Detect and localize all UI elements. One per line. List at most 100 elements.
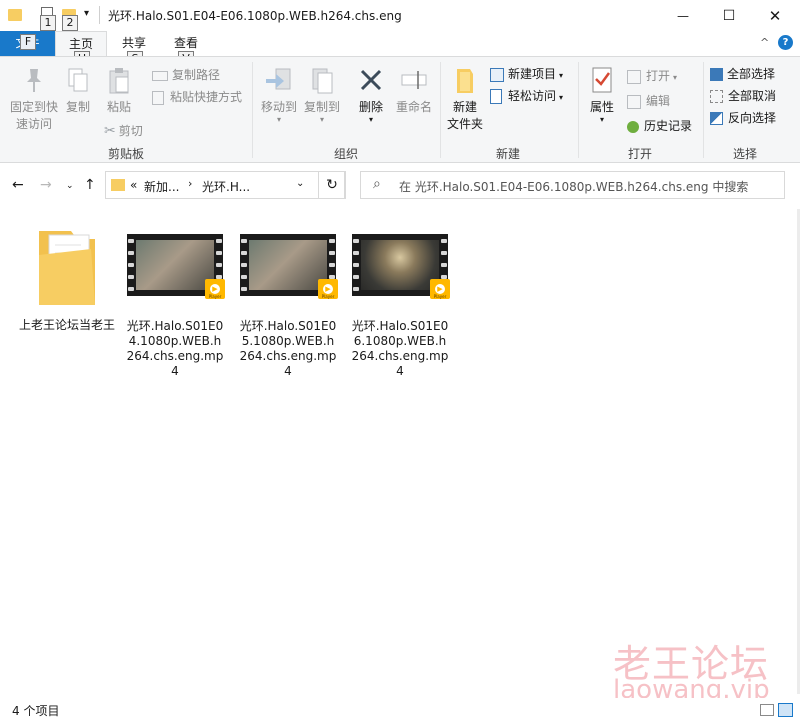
- player-badge-label: Player: [433, 294, 447, 299]
- minimize-button[interactable]: —: [660, 0, 706, 31]
- keytip-quick-2: 2: [62, 15, 78, 31]
- video-thumbnail: ▶ Player: [352, 225, 450, 305]
- tab-home-label: 主页: [68, 37, 93, 51]
- copy-path-label: 复制路径: [172, 68, 221, 82]
- address-bar[interactable]: « 新加... › 光环.H... ⌄: [105, 171, 345, 199]
- maximize-button[interactable]: ☐: [706, 0, 752, 31]
- customize-quick-access-icon[interactable]: ▾: [84, 8, 89, 19]
- list-item-video[interactable]: ▶ Player 光环.Halo.S01E04.1080p.WEB.h264.c…: [120, 225, 230, 379]
- search-icon: ⌕: [373, 176, 381, 192]
- delete-label: 删除: [358, 100, 383, 114]
- pin-label-line1: 固定到快: [9, 100, 58, 114]
- edit-icon: [627, 94, 641, 109]
- easy-access-icon: [490, 89, 502, 104]
- paste-label: 粘贴: [106, 100, 131, 114]
- new-item-label: 新建项目: [508, 67, 557, 81]
- select-none-button[interactable]: 全部取消: [710, 87, 776, 104]
- player-app-icon: ▶ Player: [318, 279, 338, 299]
- select-all-label: 全部选择: [727, 67, 776, 81]
- list-item-video[interactable]: ▶ Player 光环.Halo.S01E05.1080p.WEB.h264.c…: [233, 225, 343, 379]
- search-box[interactable]: ⌕ 在 光环.Halo.S01.E04-E06.1080p.WEB.h264.c…: [360, 171, 785, 199]
- ribbon-separator: [440, 62, 441, 158]
- list-item-video[interactable]: ▶ Player 光环.Halo.S01E06.1080p.WEB.h264.c…: [345, 225, 455, 379]
- list-item-folder[interactable]: 上老王论坛当老王: [12, 225, 122, 333]
- paste-shortcut-icon: [152, 90, 164, 105]
- maximize-icon: ☐: [722, 7, 736, 24]
- search-placeholder[interactable]: 在 光环.Halo.S01.E04-E06.1080p.WEB.h264.chs…: [399, 178, 748, 195]
- file-name: 光环.Halo.S01E06.1080p.WEB.h264.chs.eng.mp…: [351, 319, 449, 378]
- pin-icon: [27, 69, 41, 92]
- cut-button[interactable]: ✂ 剪切: [104, 122, 143, 139]
- copy-to-button[interactable]: 复制到 ▾: [301, 65, 343, 124]
- ribbon-separator: [578, 62, 579, 158]
- select-all-button[interactable]: 全部选择: [710, 65, 775, 82]
- ribbon-tabs: 文件 主页 共享 查看 ^ ? F H S V: [0, 31, 800, 67]
- breadcrumb-parent[interactable]: 新加...: [144, 178, 179, 195]
- back-arrow-icon[interactable]: ←: [12, 177, 24, 193]
- video-frame: [249, 240, 327, 290]
- pin-to-quick-access-button[interactable]: 固定到快 速访问: [8, 65, 60, 132]
- paste-button[interactable]: 粘贴: [103, 65, 135, 115]
- rename-button[interactable]: 重命名: [393, 65, 435, 115]
- copy-to-icon: [312, 68, 333, 94]
- select-all-icon: [710, 68, 723, 81]
- invert-selection-button[interactable]: 反向选择: [710, 109, 776, 126]
- properties-check-icon: [592, 67, 612, 93]
- player-badge-label: Player: [208, 294, 222, 299]
- file-name: 上老王论坛当老王: [18, 318, 115, 332]
- forward-arrow-icon[interactable]: →: [40, 177, 52, 193]
- tab-share-label: 共享: [121, 36, 146, 50]
- folder-icon: [8, 7, 24, 23]
- move-to-button[interactable]: 移动到 ▾: [258, 65, 300, 124]
- player-app-icon: ▶ Player: [205, 279, 225, 299]
- copy-path-button[interactable]: 复制路径: [152, 66, 220, 83]
- properties-button[interactable]: 属性 ▾: [585, 65, 619, 124]
- scissors-icon: ✂: [104, 123, 116, 139]
- delete-x-icon: [360, 69, 382, 91]
- pin-label-line2: 速访问: [15, 117, 52, 131]
- refresh-icon[interactable]: ↻: [318, 171, 346, 199]
- open-button[interactable]: 打开 ▾: [627, 67, 677, 84]
- rename-label: 重命名: [395, 100, 432, 114]
- paste-shortcut-button[interactable]: 粘贴快捷方式: [152, 88, 242, 105]
- delete-button[interactable]: 删除 ▾: [352, 65, 390, 124]
- ribbon-expand-chevron-icon[interactable]: ^: [760, 36, 769, 49]
- open-icon: [627, 69, 641, 84]
- new-item-button[interactable]: 新建项目 ▾: [490, 65, 563, 82]
- close-icon: ✕: [768, 6, 782, 25]
- keytip-quick-1: 1: [40, 15, 56, 31]
- move-to-icon: [266, 68, 291, 90]
- details-view-icon[interactable]: [760, 704, 774, 716]
- edit-button[interactable]: 编辑: [627, 92, 670, 109]
- easy-access-label: 轻松访问: [508, 89, 557, 103]
- ribbon-separator: [703, 62, 704, 158]
- breadcrumb-current[interactable]: 光环.H...: [202, 178, 250, 195]
- address-dropdown-icon[interactable]: ⌄: [296, 178, 304, 189]
- invert-selection-label: 反向选择: [728, 111, 777, 125]
- up-arrow-icon[interactable]: ↑: [84, 177, 96, 193]
- new-item-dropdown-icon: ▾: [559, 71, 564, 80]
- help-icon[interactable]: ?: [778, 35, 793, 50]
- history-button[interactable]: 历史记录: [627, 117, 692, 134]
- easy-access-button[interactable]: 轻松访问 ▾: [490, 87, 563, 104]
- title-divider: [99, 6, 100, 24]
- folder-icon: [39, 231, 95, 305]
- new-folder-icon: [457, 69, 473, 93]
- copy-to-dropdown-icon: ▾: [319, 115, 324, 124]
- copy-to-label: 复制到: [303, 100, 340, 114]
- cut-label: 剪切: [118, 124, 143, 138]
- video-frame: [361, 240, 439, 290]
- move-to-label: 移动到: [260, 100, 297, 114]
- large-icons-view-icon[interactable]: [778, 703, 793, 717]
- close-button[interactable]: ✕: [752, 0, 798, 31]
- recent-locations-chevron-icon[interactable]: ⌄: [66, 181, 74, 191]
- file-name: 光环.Halo.S01E04.1080p.WEB.h264.chs.eng.mp…: [126, 319, 224, 378]
- video-thumbnail: ▶ Player: [127, 225, 225, 305]
- window-title: 光环.Halo.S01.E04-E06.1080p.WEB.h264.chs.e…: [108, 9, 402, 23]
- select-none-label: 全部取消: [728, 89, 777, 103]
- copy-button[interactable]: 复制: [62, 65, 94, 115]
- new-folder-button[interactable]: 新建 文件夹: [445, 65, 485, 132]
- clipboard-group-label: 剪贴板: [108, 147, 145, 161]
- keytip-file: F: [20, 34, 36, 50]
- breadcrumb-overflow[interactable]: «: [130, 178, 137, 192]
